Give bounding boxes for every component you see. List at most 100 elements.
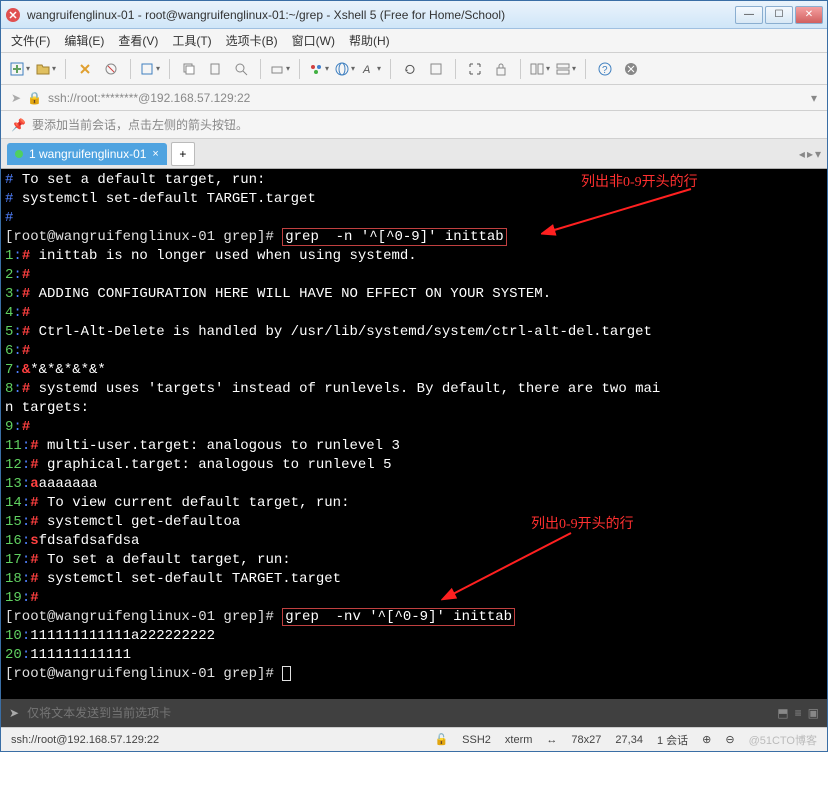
globe-button[interactable] <box>334 58 356 80</box>
window-buttons: — ☐ ✕ <box>735 6 823 24</box>
close-tool-button[interactable] <box>620 58 642 80</box>
out: systemctl set-default TARGET.target <box>22 191 316 207</box>
add-tab-button[interactable]: + <box>171 142 195 166</box>
prompt: [root@wangruifenglinux-01 grep]# <box>5 666 282 682</box>
app-window: wangruifenglinux-01 - root@wangruifengli… <box>0 0 828 752</box>
status-lock-icon: 🔓 <box>434 733 448 746</box>
menu-tools[interactable]: 工具(T) <box>172 32 211 49</box>
toggle-c[interactable]: ▣ <box>808 706 819 720</box>
colon: : <box>22 533 30 549</box>
font-button[interactable]: A <box>360 58 382 80</box>
paste-button[interactable] <box>204 58 226 80</box>
toolbar: A ? <box>1 53 827 85</box>
match: & <box>22 362 30 378</box>
match: # <box>22 343 30 359</box>
colon: : <box>13 305 21 321</box>
lineno: 15 <box>5 514 22 530</box>
colon: : <box>22 647 30 663</box>
colon: : <box>22 514 30 530</box>
lineno: 18 <box>5 571 22 587</box>
compose-input[interactable] <box>27 706 769 720</box>
status-sessions: 1 会话 <box>657 732 688 748</box>
out: inittab is no longer used when using sys… <box>30 248 416 264</box>
tile-button[interactable] <box>555 58 577 80</box>
app-icon <box>5 7 21 23</box>
script-button[interactable] <box>425 58 447 80</box>
fullscreen-button[interactable] <box>464 58 486 80</box>
pin-icon[interactable]: 📌 <box>11 118 26 132</box>
session-tab[interactable]: 1 wangruifenglinux-01 × <box>7 143 167 165</box>
status-plus-icon[interactable]: ⊕ <box>702 733 711 746</box>
colon: : <box>13 286 21 302</box>
menubar: 文件(F) 编辑(E) 查看(V) 工具(T) 选项卡(B) 窗口(W) 帮助(… <box>1 29 827 53</box>
menu-tab[interactable]: 选项卡(B) <box>226 32 278 49</box>
match: a <box>30 476 38 492</box>
color-button[interactable] <box>308 58 330 80</box>
menu-edit[interactable]: 编辑(E) <box>64 32 104 49</box>
svg-text:A: A <box>362 64 370 76</box>
address-text[interactable]: ssh://root:********@192.168.57.129:22 <box>48 91 805 105</box>
out: aaaaaaa <box>39 476 98 492</box>
new-session-button[interactable] <box>9 58 31 80</box>
lineno: 10 <box>5 628 22 644</box>
copy-button[interactable] <box>178 58 200 80</box>
colon: : <box>13 324 21 340</box>
status-minus-icon[interactable]: ⊖ <box>725 733 734 746</box>
separator <box>130 59 131 79</box>
lineno: 11 <box>5 438 22 454</box>
find-button[interactable] <box>230 58 252 80</box>
status-protocol: SSH2 <box>462 734 491 746</box>
toggle-a[interactable]: ⬒ <box>777 706 788 720</box>
compose-toggles: ⬒ ≡ ▣ <box>777 706 819 720</box>
address-bar: ➤ 🔒 ssh://root:********@192.168.57.129:2… <box>1 85 827 111</box>
status-size: 78x27 <box>571 734 601 746</box>
close-button[interactable]: ✕ <box>795 6 823 24</box>
cmd: grep -n '^[^0-9]' inittab <box>285 229 503 245</box>
toggle-b[interactable]: ≡ <box>795 706 802 720</box>
out: # <box>5 210 13 226</box>
maximize-button[interactable]: ☐ <box>765 6 793 24</box>
tab-close-icon[interactable]: × <box>152 148 158 160</box>
menu-window[interactable]: 窗口(W) <box>292 32 335 49</box>
window-title: wangruifenglinux-01 - root@wangruifengli… <box>27 8 735 22</box>
match: # <box>30 590 38 606</box>
compose-bar: ➤ ⬒ ≡ ▣ <box>1 699 827 727</box>
prompt: [root@wangruifenglinux-01 grep]# <box>5 229 282 245</box>
refresh-button[interactable] <box>399 58 421 80</box>
addr-arrow-icon[interactable]: ➤ <box>11 91 21 105</box>
addr-dropdown-icon[interactable]: ▾ <box>811 91 817 105</box>
properties-button[interactable] <box>139 58 161 80</box>
titlebar: wangruifenglinux-01 - root@wangruifengli… <box>1 1 827 29</box>
separator <box>390 59 391 79</box>
lineno: 20 <box>5 647 22 663</box>
match: # <box>30 514 38 530</box>
layout-button[interactable] <box>529 58 551 80</box>
hint-text: 要添加当前会话，点击左侧的箭头按钮。 <box>32 116 248 133</box>
match: # <box>30 571 38 587</box>
connected-indicator <box>15 150 23 158</box>
match: # <box>22 286 30 302</box>
match: # <box>30 438 38 454</box>
status-bar: ssh://root@192.168.57.129:22 🔓 SSH2 xter… <box>1 727 827 751</box>
help-button[interactable]: ? <box>594 58 616 80</box>
match: # <box>30 552 38 568</box>
minimize-button[interactable]: — <box>735 6 763 24</box>
colon: : <box>13 343 21 359</box>
tab-next-icon[interactable]: ▸ <box>807 147 813 161</box>
disconnect-button[interactable] <box>100 58 122 80</box>
match: # <box>22 305 30 321</box>
cmd: grep -nv '^[^0-9]' inittab <box>285 609 512 625</box>
open-button[interactable] <box>35 58 57 80</box>
terminal[interactable]: # To set a default target, run: # system… <box>1 169 827 699</box>
lock-icon: 🔒 <box>27 91 42 105</box>
reconnect-button[interactable] <box>74 58 96 80</box>
menu-view[interactable]: 查看(V) <box>118 32 158 49</box>
tab-list-icon[interactable]: ▾ <box>815 147 821 161</box>
menu-help[interactable]: 帮助(H) <box>349 32 390 49</box>
print-button[interactable] <box>269 58 291 80</box>
menu-file[interactable]: 文件(F) <box>11 32 50 49</box>
status-term: xterm <box>505 734 533 746</box>
tab-prev-icon[interactable]: ◂ <box>799 147 805 161</box>
lock-button[interactable] <box>490 58 512 80</box>
send-arrow-icon[interactable]: ➤ <box>9 706 19 720</box>
